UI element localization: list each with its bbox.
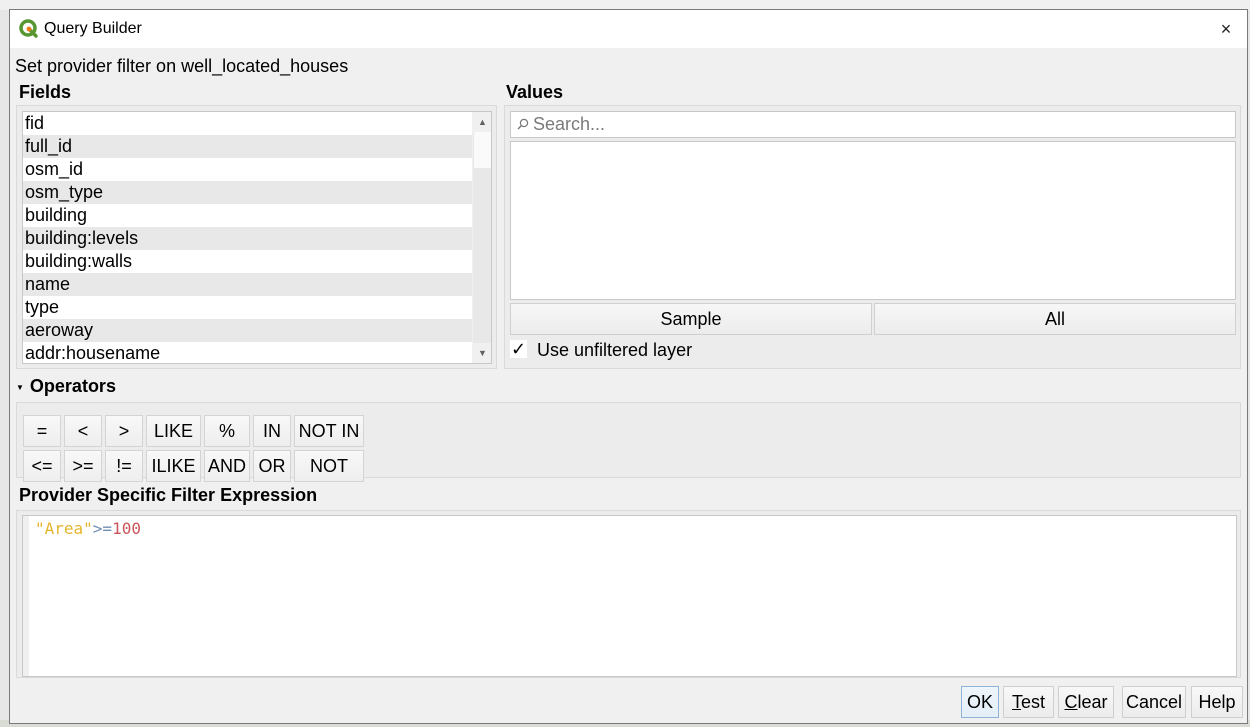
- values-search-input[interactable]: [533, 113, 1223, 136]
- field-item[interactable]: building:levels: [23, 227, 475, 250]
- operator-not-in-button[interactable]: NOT IN: [294, 415, 364, 447]
- operators-header[interactable]: ▼ Operators: [16, 376, 116, 397]
- close-icon: ×: [1220, 19, 1232, 39]
- window-title: Query Builder: [44, 20, 142, 37]
- operators-label: Operators: [29, 376, 116, 396]
- use-unfiltered-layer-label: Use unfiltered layer: [537, 340, 693, 360]
- qgis-logo-icon: [19, 19, 38, 38]
- scroll-up-arrow-icon[interactable]: ▲: [473, 112, 491, 132]
- operator-less-equal-button[interactable]: <=: [23, 450, 61, 482]
- test-button[interactable]: Test: [1003, 686, 1054, 718]
- operators-group: = < > LIKE% IN NOT IN <= >= != ILIKE AND OR NOT: [16, 402, 1241, 482]
- operator-ilike-button[interactable]: ILIKE: [146, 450, 201, 482]
- help-button[interactable]: Help: [1191, 686, 1243, 718]
- operator-or-button[interactable]: OR: [253, 450, 291, 482]
- token-number: 100: [112, 519, 141, 538]
- query-builder-dialog: Query Builder × Set provider filter on w…: [9, 9, 1248, 724]
- values-search-box[interactable]: [510, 111, 1236, 138]
- field-item[interactable]: type: [23, 296, 475, 319]
- scroll-down-arrow-icon[interactable]: ▼: [473, 343, 491, 363]
- token-operator: >=: [92, 519, 113, 538]
- operator-greater-equal-button[interactable]: >=: [64, 450, 102, 482]
- test-mnemonic: T: [1011, 692, 1021, 712]
- field-item[interactable]: full_id: [23, 135, 475, 158]
- field-item[interactable]: osm_type: [23, 181, 475, 204]
- operator-less-than-button[interactable]: <: [64, 415, 102, 447]
- fields-scrollbar[interactable]: ▲ ▼: [472, 112, 491, 363]
- operator-not-equal-button[interactable]: !=: [105, 450, 143, 482]
- scroll-thumb[interactable]: [474, 132, 491, 168]
- filter-expression-editor[interactable]: "Area">=100: [22, 515, 1237, 677]
- clear-label-rest: lear: [1077, 692, 1108, 712]
- use-unfiltered-layer-checkbox[interactable]: ✓: [510, 340, 527, 358]
- close-button[interactable]: ×: [1213, 16, 1239, 42]
- clear-mnemonic: C: [1064, 692, 1078, 712]
- all-button[interactable]: All: [874, 303, 1236, 335]
- filter-expression-label: Provider Specific Filter Expression: [19, 485, 318, 505]
- field-item[interactable]: aeroway: [23, 319, 475, 342]
- values-label: Values: [506, 82, 564, 102]
- dialog-subtitle: Set provider filter on well_located_hous…: [15, 56, 349, 76]
- operator-not-button[interactable]: NOT: [294, 450, 364, 482]
- token-field: "Area": [35, 519, 93, 538]
- fields-list[interactable]: fid full_id osm_id osm_type building building…: [22, 111, 492, 364]
- collapse-arrow-icon: ▼: [16, 382, 24, 392]
- ok-button[interactable]: OK: [961, 686, 999, 718]
- operator-percent-button[interactable]: %: [204, 415, 250, 447]
- sample-button[interactable]: Sample: [510, 303, 872, 335]
- filter-expression-group: "Area">=100: [16, 510, 1241, 678]
- field-item[interactable]: building:walls: [23, 250, 475, 273]
- values-list[interactable]: [510, 141, 1236, 300]
- editor-margin: [23, 516, 29, 676]
- values-group: Sample All ✓ Use unfiltered layer: [504, 105, 1241, 369]
- field-item[interactable]: osm_id: [23, 158, 475, 181]
- test-label-rest: est: [1020, 692, 1045, 712]
- search-icon: [517, 118, 529, 130]
- operator-equals-button[interactable]: =: [23, 415, 61, 447]
- operator-and-button[interactable]: AND: [204, 450, 250, 482]
- expression-text: "Area">=100: [35, 518, 141, 540]
- clear-button[interactable]: Clear: [1058, 686, 1114, 718]
- fields-group: fid full_id osm_id osm_type building building…: [16, 105, 497, 369]
- operator-greater-than-button[interactable]: >: [105, 415, 143, 447]
- operator-in-button[interactable]: IN: [253, 415, 291, 447]
- field-item[interactable]: name: [23, 273, 475, 296]
- fields-label: Fields: [19, 82, 72, 102]
- field-item[interactable]: fid: [23, 112, 475, 135]
- operator-like-button[interactable]: LIKE: [146, 415, 201, 447]
- field-item[interactable]: addr:housename: [23, 342, 475, 363]
- cancel-button[interactable]: Cancel: [1122, 686, 1186, 718]
- field-item[interactable]: building: [23, 204, 475, 227]
- title-bar: Query Builder ×: [10, 10, 1247, 48]
